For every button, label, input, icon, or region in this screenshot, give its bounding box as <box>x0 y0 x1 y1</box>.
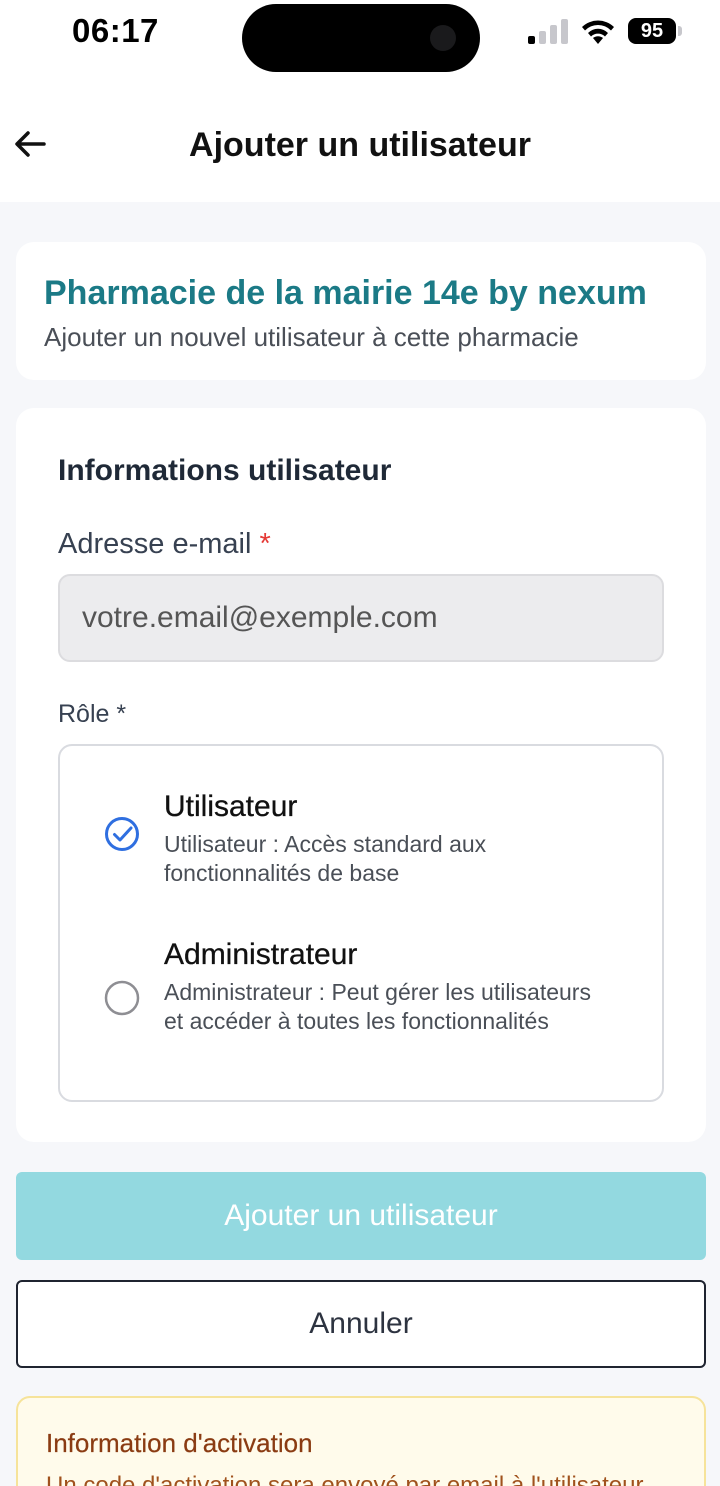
pharmacy-card: Pharmacie de la mairie 14e by nexum Ajou… <box>16 242 706 380</box>
camera-icon <box>430 25 456 51</box>
role-option-administrateur[interactable]: Administrateur Administrateur : Peut gér… <box>60 938 662 1098</box>
status-time: 06:17 <box>72 12 159 49</box>
role-selector: Utilisateur Utilisateur : Accès standard… <box>58 744 664 1102</box>
role-name: Utilisateur <box>164 790 298 823</box>
status-bar: 06:17 95 <box>0 0 720 74</box>
battery-icon: 95 <box>628 18 676 44</box>
cancel-button[interactable]: Annuler <box>16 1280 706 1368</box>
wifi-icon <box>582 20 614 44</box>
activation-info-box: Information d'activation Un code d'activ… <box>16 1396 706 1486</box>
email-label-text: Adresse e-mail <box>58 528 252 560</box>
pharmacy-subtitle: Ajouter un nouvel utilisateur à cette ph… <box>44 322 579 352</box>
check-circle-icon <box>105 817 139 851</box>
role-description: Administrateur : Peut gérer les utilisat… <box>164 979 591 1034</box>
add-user-button[interactable]: Ajouter un utilisateur <box>16 1172 706 1260</box>
email-field[interactable] <box>58 574 664 662</box>
pharmacy-name: Pharmacie de la mairie 14e by nexum <box>44 274 647 312</box>
status-icons: 95 <box>528 14 708 50</box>
section-title: Informations utilisateur <box>58 454 392 487</box>
role-description: Utilisateur : Accès standard aux fonctio… <box>164 831 487 886</box>
radio-empty-icon <box>104 980 140 1016</box>
page-title: Ajouter un utilisateur <box>189 126 531 164</box>
email-label: Adresse e-mail * <box>58 528 271 561</box>
battery-tip <box>678 26 682 36</box>
user-form-card: Informations utilisateur Adresse e-mail … <box>16 408 706 1142</box>
nav-bar: Ajouter un utilisateur <box>0 74 720 202</box>
role-label: Rôle * <box>58 700 127 728</box>
role-name: Administrateur <box>164 938 358 971</box>
info-text: Un code d'activation sera envoyé par ema… <box>46 1472 644 1486</box>
role-option-utilisateur[interactable]: Utilisateur Utilisateur : Accès standard… <box>60 790 662 930</box>
required-mark: * <box>259 528 271 560</box>
signal-icon <box>528 18 572 44</box>
dynamic-island <box>242 4 480 72</box>
info-title: Information d'activation <box>46 1428 313 1458</box>
